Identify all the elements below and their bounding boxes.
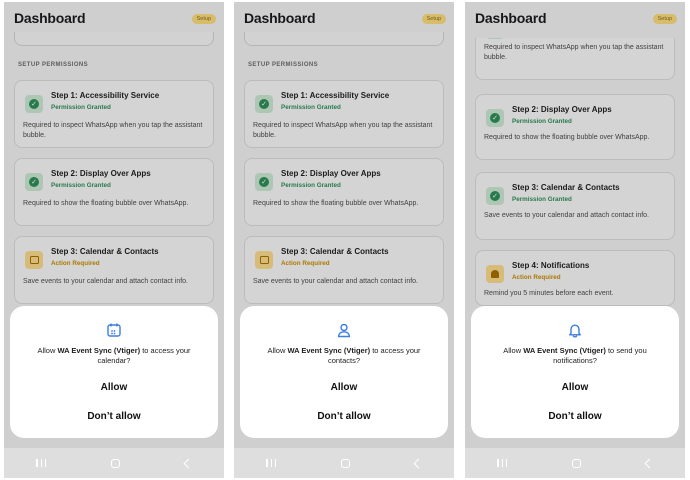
permission-dialog-notifications: Allow WA Event Sync (Vtiger) to send you…: [471, 306, 679, 438]
back-icon[interactable]: [183, 458, 194, 468]
back-icon[interactable]: [413, 458, 424, 468]
system-nav-bar: [234, 448, 454, 478]
recents-icon[interactable]: [36, 459, 47, 467]
bell-icon: [567, 322, 583, 338]
system-nav-bar: [4, 448, 224, 478]
allow-button[interactable]: Allow: [250, 378, 438, 396]
home-icon[interactable]: [340, 458, 350, 468]
system-nav-bar: [465, 448, 685, 478]
dialog-message: Allow WA Event Sync (Vtiger) to access y…: [37, 346, 191, 365]
home-icon[interactable]: [110, 458, 120, 468]
phone-screen-notifications: ✓ Permission Granted Required to inspect…: [465, 2, 685, 478]
recents-icon[interactable]: [266, 459, 277, 467]
home-icon[interactable]: [571, 458, 581, 468]
recents-icon[interactable]: [497, 459, 508, 467]
calendar-icon: [106, 322, 122, 338]
deny-button[interactable]: Don’t allow: [250, 407, 438, 425]
allow-button[interactable]: Allow: [481, 378, 669, 396]
permission-dialog-contacts: Allow WA Event Sync (Vtiger) to access y…: [240, 306, 448, 438]
deny-button[interactable]: Don’t allow: [20, 407, 208, 425]
allow-button[interactable]: Allow: [20, 378, 208, 396]
dialog-message: Allow WA Event Sync (Vtiger) to access y…: [267, 346, 421, 365]
back-icon[interactable]: [644, 458, 655, 468]
dialog-message: Allow WA Event Sync (Vtiger) to send you…: [503, 346, 647, 365]
phone-screen-contacts: Dashboard Setup SETUP PERMISSIONS ✓ Step…: [234, 2, 454, 478]
deny-button[interactable]: Don’t allow: [481, 407, 669, 425]
phone-screen-calendar: Dashboard Setup SETUP PERMISSIONS ✓ Step…: [4, 2, 224, 478]
permission-dialog-calendar: Allow WA Event Sync (Vtiger) to access y…: [10, 306, 218, 438]
person-icon: [336, 322, 352, 338]
